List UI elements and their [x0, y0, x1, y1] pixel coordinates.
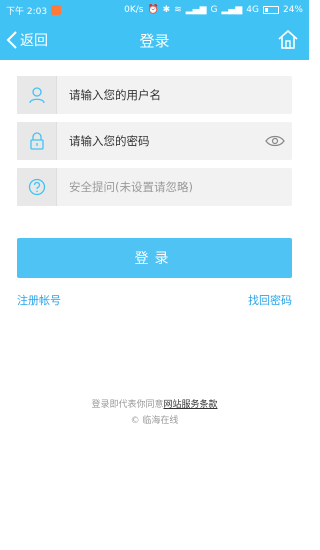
username-icon-box [17, 76, 57, 114]
lock-icon [29, 132, 44, 150]
forgot-password-link[interactable]: 找回密码 [248, 292, 292, 308]
page-title: 登录 [139, 32, 170, 50]
register-link[interactable]: 注册帐号 [17, 292, 61, 308]
password-input[interactable] [57, 122, 258, 160]
show-password-toggle[interactable] [258, 135, 292, 147]
agreement-text: 登录即代表你同意网站服务条款 [0, 397, 309, 410]
notification-icon [51, 5, 62, 15]
password-icon-box [17, 122, 57, 160]
security-icon-box [17, 168, 57, 206]
status-left: 下午 2:03 [6, 4, 62, 17]
network-speed: 0K/s [124, 5, 144, 15]
signal-icon: ▂▄▆ [185, 4, 207, 15]
status-time: 下午 2:03 [6, 6, 48, 17]
security-question-input[interactable] [57, 168, 292, 206]
signal-icon-2: ▂▄▆ [221, 4, 243, 15]
bluetooth-icon: ✱ [162, 4, 171, 15]
status-bar: 下午 2:03 0K/s ⏰ ✱ ≋ ▂▄▆ G ▂▄▆ 4G 24% [0, 0, 309, 20]
login-button[interactable]: 登录 [17, 238, 292, 278]
copyright: © 临海在线 [130, 416, 179, 426]
user-icon [28, 87, 45, 104]
status-right: 0K/s ⏰ ✱ ≋ ▂▄▆ G ▂▄▆ 4G 24% [124, 5, 303, 15]
nav-bar: 返回 登录 [0, 20, 309, 60]
signal-type-label: G [210, 5, 218, 15]
battery-icon [262, 6, 279, 14]
terms-link[interactable]: 网站服务条款 [164, 400, 218, 410]
agreement-prefix: 登录即代表你同意 [91, 400, 164, 410]
wifi-icon: ≋ [174, 4, 182, 15]
network-type-label: 4G [246, 5, 259, 15]
security-question-field-wrapper [17, 168, 292, 206]
username-input[interactable] [57, 76, 292, 114]
question-icon [28, 178, 45, 196]
username-field-wrapper [17, 76, 292, 114]
eye-icon [265, 135, 285, 147]
password-field-wrapper [17, 122, 292, 160]
alarm-icon: ⏰ [147, 4, 159, 15]
home-icon[interactable] [277, 28, 299, 50]
battery-percent: 24% [282, 5, 303, 15]
